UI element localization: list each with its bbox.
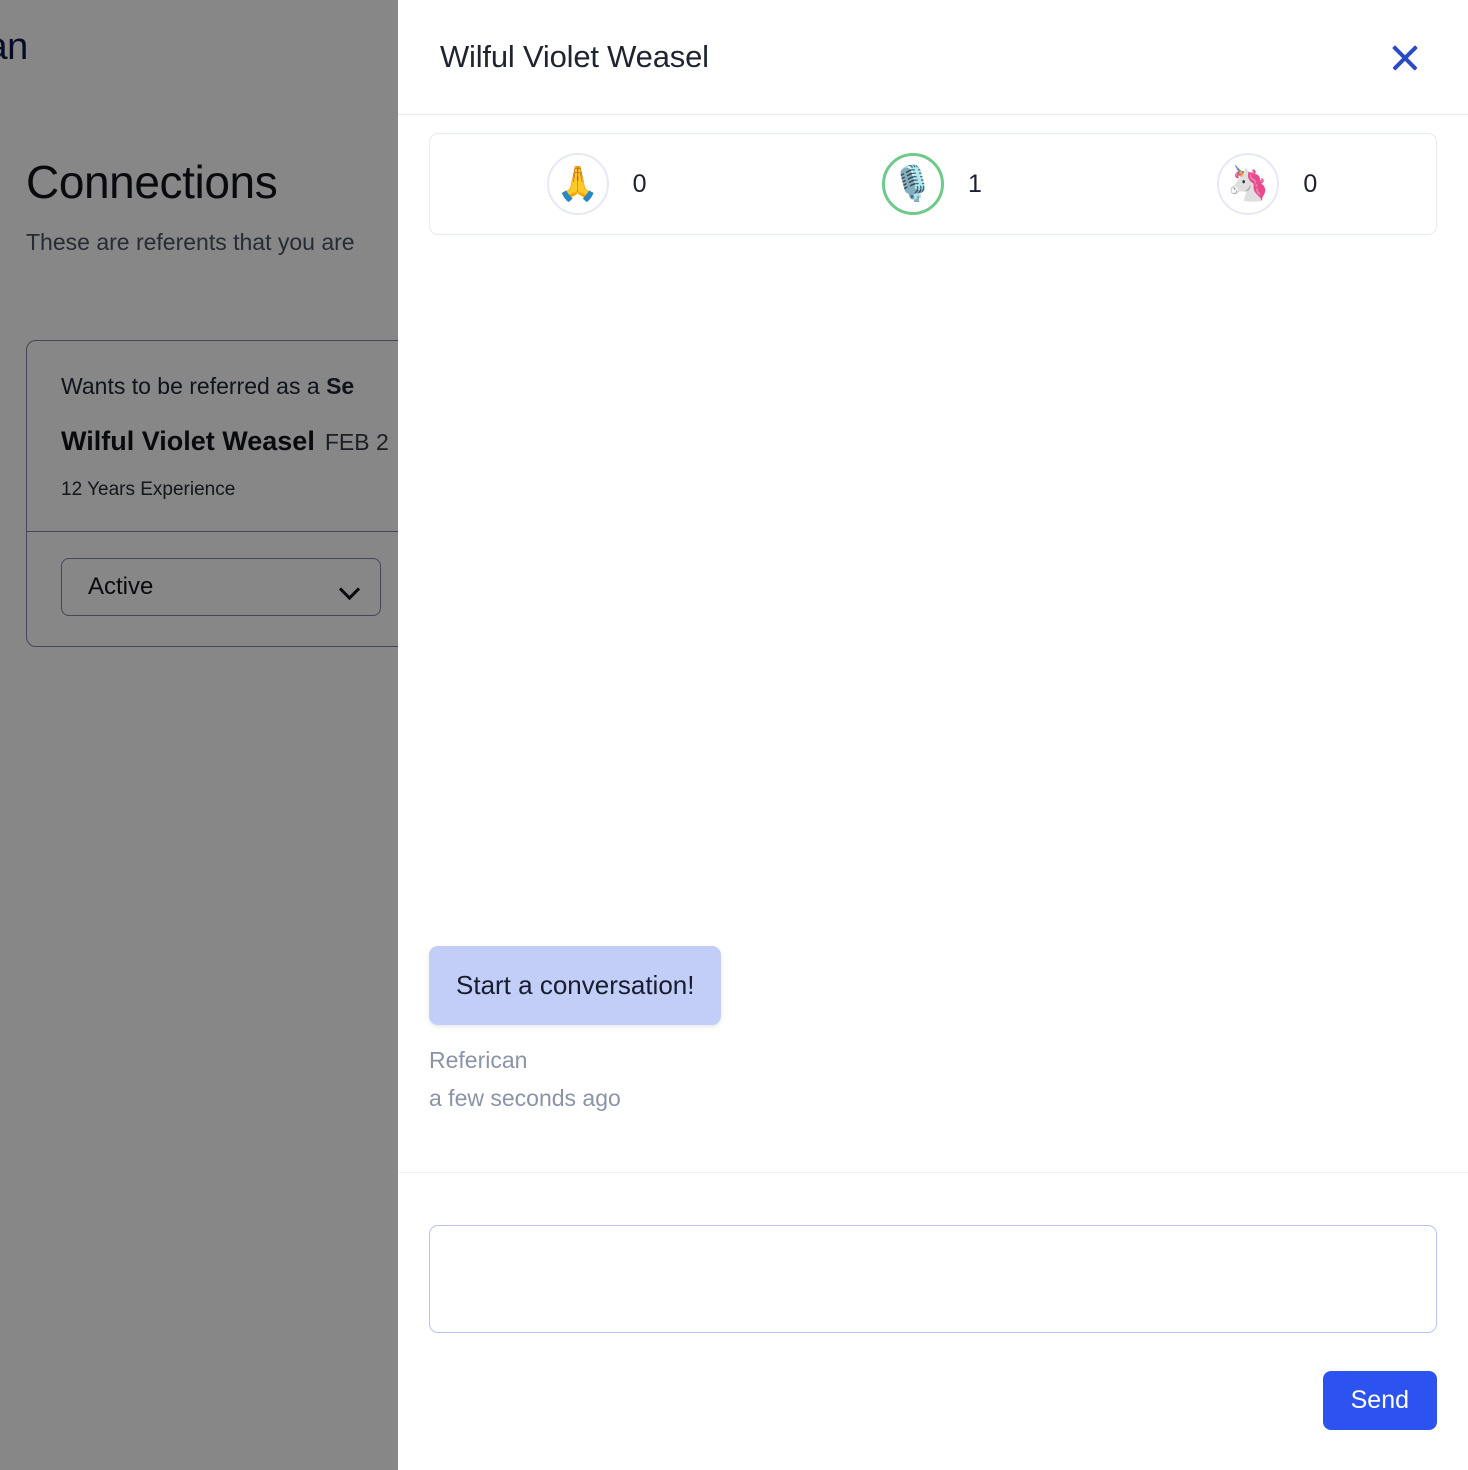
praying-hands-icon[interactable]: 🙏 xyxy=(546,153,609,215)
reaction-count: 0 xyxy=(632,169,647,198)
drawer-header: Wilful Violet Weasel xyxy=(398,0,1468,115)
reaction-bar: 🙏 0 🎙️ 1 🦄 0 xyxy=(429,133,1437,235)
list-item: Start a conversation! Referican a few se… xyxy=(429,946,1437,1112)
message-input[interactable] xyxy=(429,1225,1437,1333)
reaction-unicorn[interactable]: 🦄 0 xyxy=(1101,153,1436,215)
drawer-title: Wilful Violet Weasel xyxy=(440,39,709,74)
reaction-count: 1 xyxy=(967,169,982,198)
message-composer: Send xyxy=(398,1172,1468,1470)
reaction-praying-hands[interactable]: 🙏 0 xyxy=(430,153,765,215)
unicorn-icon[interactable]: 🦄 xyxy=(1217,153,1280,215)
reaction-count: 0 xyxy=(1303,169,1318,198)
message-author: Referican xyxy=(429,1047,528,1073)
message-list: Start a conversation! Referican a few se… xyxy=(398,235,1468,1172)
studio-microphone-icon[interactable]: 🎙️ xyxy=(881,153,944,215)
reaction-bar-wrapper: 🙏 0 🎙️ 1 🦄 0 xyxy=(398,115,1468,235)
message-bubble: Start a conversation! xyxy=(429,946,722,1025)
close-icon[interactable] xyxy=(1383,35,1427,79)
conversation-drawer: Wilful Violet Weasel 🙏 0 🎙️ 1 🦄 0 Start a con… xyxy=(398,0,1468,1470)
reaction-studio-microphone[interactable]: 🎙️ 1 xyxy=(765,153,1100,215)
message-timestamp: a few seconds ago xyxy=(429,1085,621,1111)
composer-actions: Send xyxy=(429,1371,1437,1430)
send-button[interactable]: Send xyxy=(1322,1371,1437,1430)
